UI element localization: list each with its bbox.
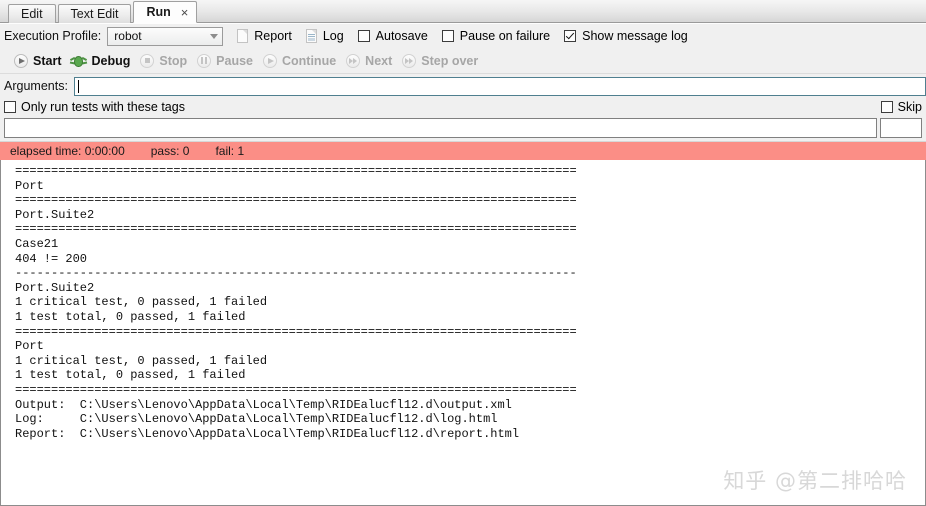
continue-play-circle-icon — [263, 53, 277, 68]
stop-label: Stop — [159, 53, 188, 68]
show-message-log-checkbox[interactable]: Show message log — [564, 29, 688, 43]
show-message-log-label: Show message log — [582, 29, 688, 43]
play-circle-icon — [14, 53, 28, 68]
pause-on-failure-label: Pause on failure — [459, 29, 551, 43]
tab-bar: Edit Text Edit Run × — [0, 0, 926, 23]
pass-count-text: pass: 0 — [150, 144, 190, 158]
pause-circle-icon — [197, 53, 212, 68]
pause-on-failure-checkbox-box — [441, 30, 454, 42]
continue-label: Continue — [282, 53, 337, 68]
log-button[interactable]: Log — [305, 29, 344, 43]
report-button[interactable]: Report — [237, 29, 292, 43]
fail-count-text: fail: 1 — [215, 144, 245, 158]
next-button: Next — [346, 53, 393, 68]
debug-button[interactable]: Debug — [70, 53, 131, 68]
pause-on-failure-checkbox[interactable]: Pause on failure — [441, 29, 551, 43]
only-run-tags-checkbox[interactable]: Only run tests with these tags — [4, 100, 185, 114]
skip-checkbox-box — [880, 101, 893, 113]
report-label: Report — [254, 29, 292, 43]
autosave-checkbox[interactable]: Autosave — [357, 29, 428, 43]
tab-edit-label: Edit — [21, 7, 43, 21]
step-over-button: Step over — [402, 53, 479, 68]
start-label: Start — [33, 53, 62, 68]
execution-profile-label: Execution Profile: — [4, 29, 102, 43]
chevron-down-icon — [210, 33, 219, 39]
tab-edit[interactable]: Edit — [8, 4, 56, 23]
run-controls-toolbar: Start Debug Stop Pause Continue Next Ste… — [0, 48, 926, 74]
log-page-icon — [305, 29, 317, 43]
pause-button: Pause — [197, 53, 253, 68]
start-button[interactable]: Start — [14, 53, 62, 68]
execution-profile-select[interactable]: robot — [107, 26, 224, 46]
console-output-text: ========================================… — [15, 164, 577, 441]
run-status-bar: elapsed time: 0:00:00 pass: 0 fail: 1 — [0, 141, 926, 160]
text-caret — [77, 79, 79, 93]
close-icon[interactable]: × — [179, 6, 191, 19]
pause-label: Pause — [216, 53, 253, 68]
watermark: 知乎 @第二排哈哈 — [723, 469, 907, 493]
execution-profile-value: robot — [114, 29, 142, 43]
next-label: Next — [365, 53, 393, 68]
report-page-icon — [237, 29, 249, 43]
step-over-label: Step over — [421, 53, 479, 68]
bug-icon — [70, 54, 88, 68]
show-message-log-checkbox-box — [564, 30, 577, 42]
include-tags-input[interactable] — [4, 118, 877, 138]
ride-run-panel: Edit Text Edit Run × Execution Profile: … — [0, 0, 926, 506]
log-label: Log — [322, 29, 344, 43]
tags-options-row: Only run tests with these tags Skip — [0, 98, 926, 116]
step-over-icon — [402, 53, 417, 68]
step-forward-icon — [346, 53, 361, 68]
tab-run-label: Run — [146, 4, 171, 19]
run-options-toolbar: Execution Profile: robot Report Log Auto… — [0, 23, 926, 48]
only-run-tags-checkbox-box — [4, 101, 16, 113]
tab-text-edit-label: Text Edit — [70, 7, 119, 21]
skip-checkbox[interactable]: Skip — [880, 100, 922, 114]
skip-label: Skip — [897, 100, 922, 114]
console-output-panel[interactable]: ========================================… — [0, 160, 926, 506]
stop-circle-icon — [140, 53, 155, 68]
tab-text-edit[interactable]: Text Edit — [57, 4, 132, 23]
autosave-label: Autosave — [375, 29, 428, 43]
stop-button: Stop — [140, 53, 188, 68]
elapsed-time-text: elapsed time: 0:00:00 — [10, 144, 125, 158]
only-run-tags-label: Only run tests with these tags — [21, 100, 185, 114]
arguments-label: Arguments: — [4, 79, 68, 93]
skip-tags-input[interactable] — [880, 118, 922, 138]
continue-button: Continue — [263, 53, 337, 68]
debug-label: Debug — [91, 53, 131, 68]
arguments-row: Arguments: — [0, 74, 926, 98]
autosave-checkbox-box — [357, 30, 370, 42]
arguments-input[interactable] — [73, 76, 926, 96]
tab-run[interactable]: Run × — [133, 1, 198, 23]
tags-inputs-row — [0, 116, 926, 141]
